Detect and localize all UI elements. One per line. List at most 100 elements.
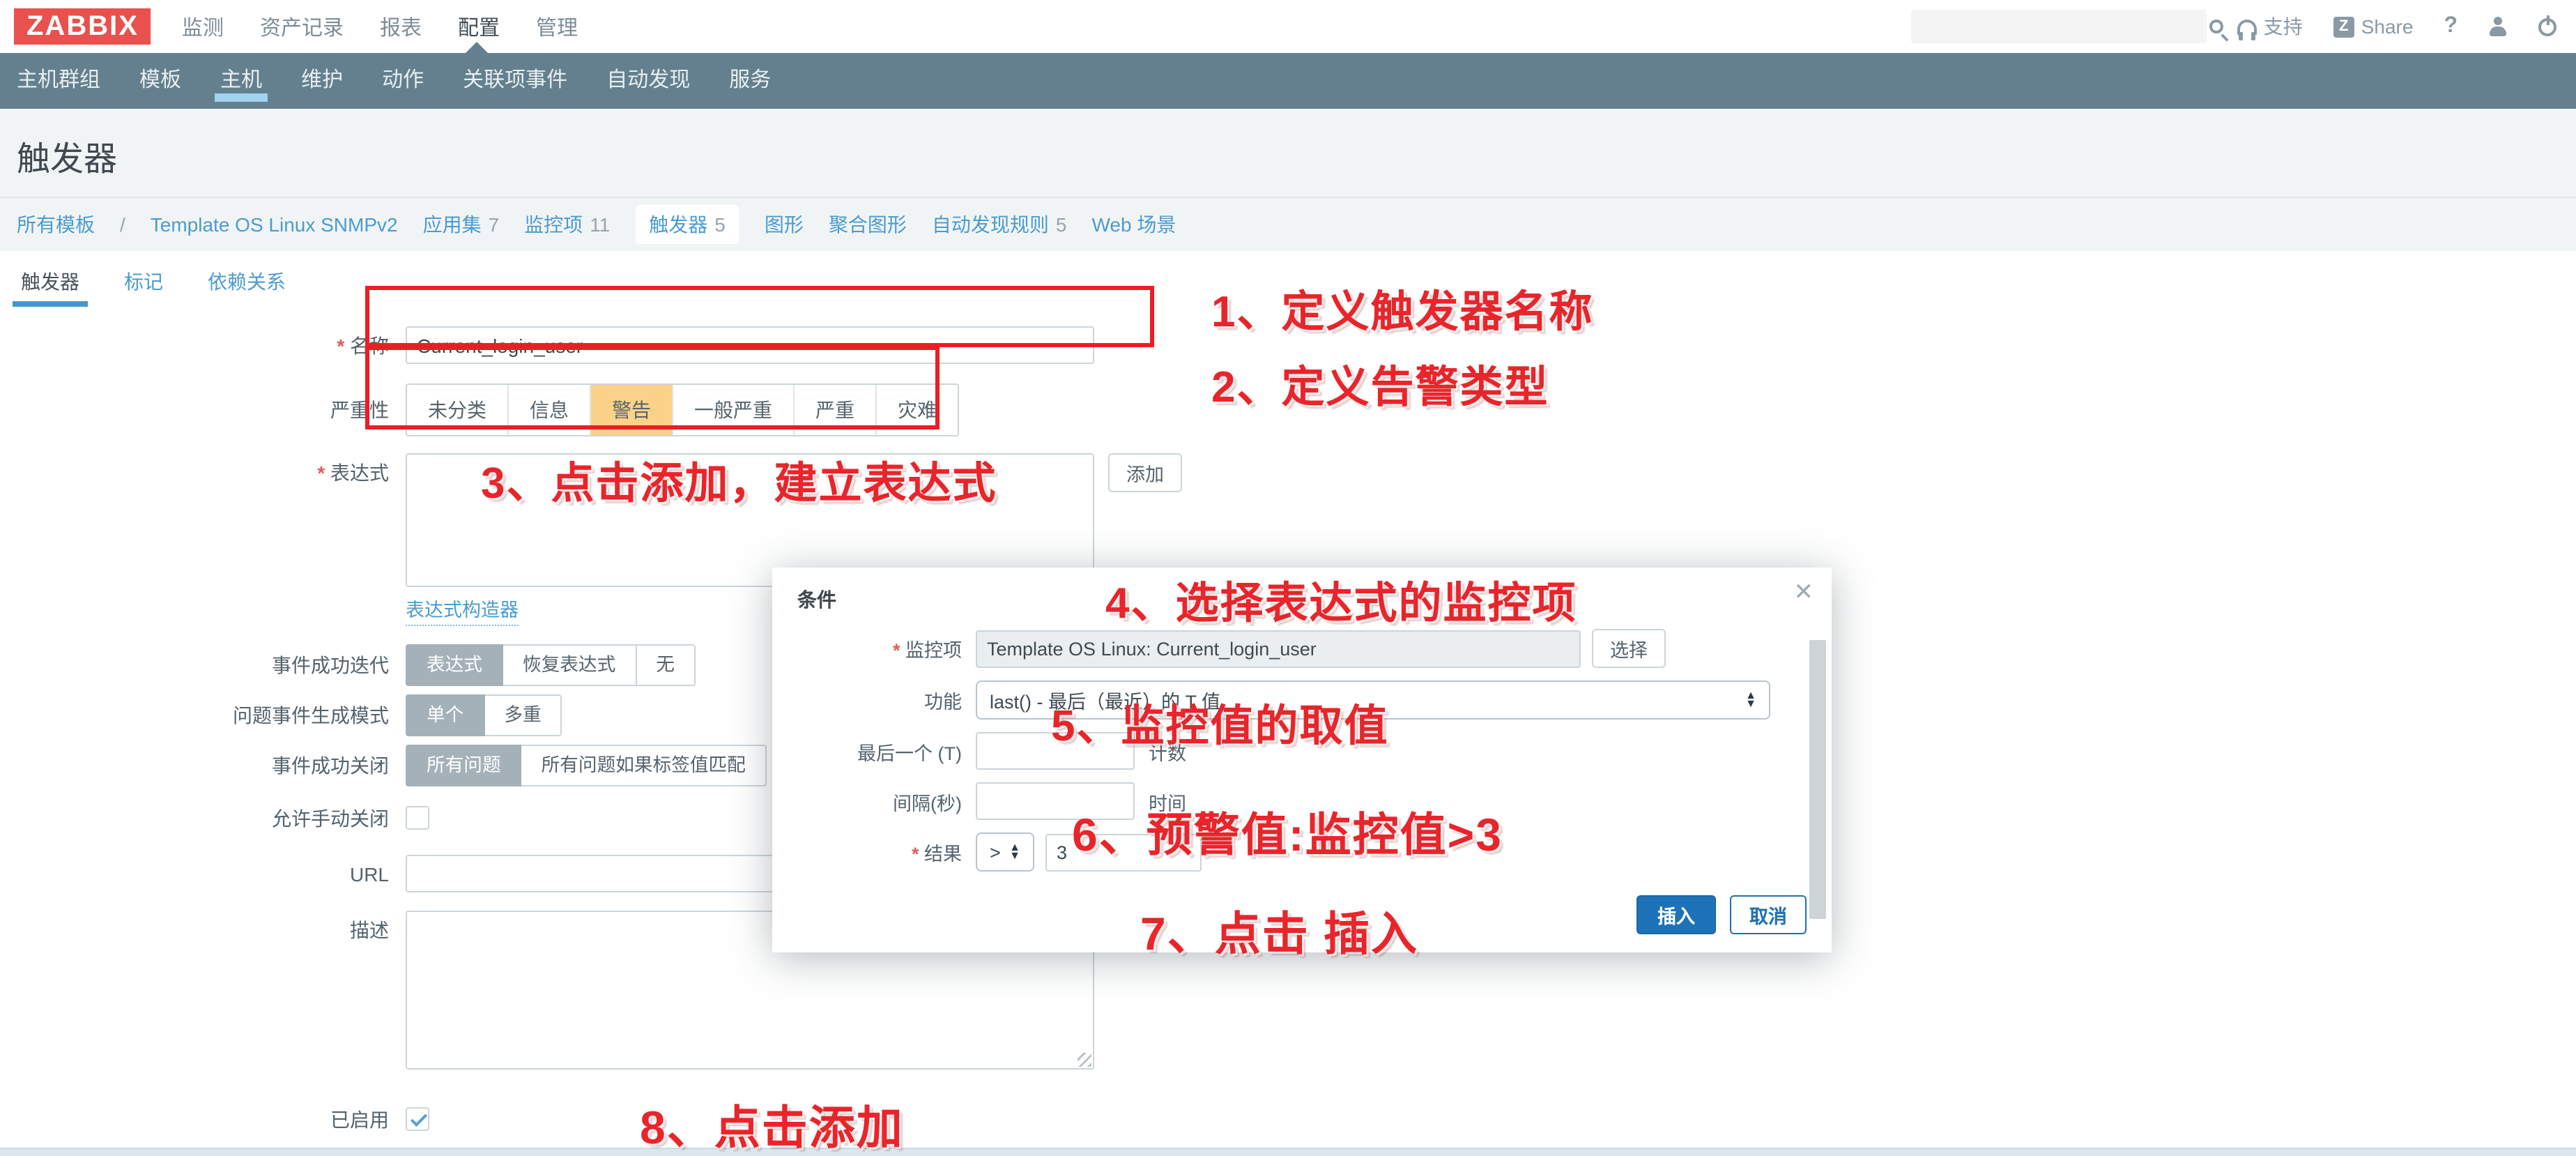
function-value: last() - 最后（最近）的 T 值 xyxy=(990,686,1220,714)
menu-administration[interactable]: 管理 xyxy=(536,12,578,41)
subnav-maintenance[interactable]: 维护 xyxy=(301,53,343,109)
subnav-actions[interactable]: 动作 xyxy=(382,53,424,109)
interval-suffix: 时间 xyxy=(1149,787,1186,815)
entity-triggers-label: 触发器 xyxy=(649,211,707,238)
ok-close-matching-tags[interactable]: 所有问题如果标签值匹配 xyxy=(522,745,767,786)
name-label: 名称 xyxy=(0,326,406,365)
dialog-title: 条件 xyxy=(797,586,836,614)
dialog-footer: 插入 取消 xyxy=(1636,895,1807,934)
severity-control: 未分类 信息 警告 一般严重 严重 灾难 xyxy=(406,383,959,436)
enabled-label: 已启用 xyxy=(0,1100,406,1139)
top-bar: ZABBIX 监测 资产记录 报表 配置 管理 支持 Z Share ? xyxy=(0,0,2576,53)
select-arrows-icon: ▲▼ xyxy=(1745,692,1756,708)
expression-add-button[interactable]: 添加 xyxy=(1108,453,1182,492)
condition-dialog: 条件 ✕ 监控项 选择 功能 last() - 最后（最近）的 T 值 ▲▼ 最… xyxy=(772,568,1832,952)
severity-information[interactable]: 信息 xyxy=(507,385,590,435)
severity-average[interactable]: 一般严重 xyxy=(672,385,793,435)
user-icon xyxy=(2488,17,2508,36)
result-row: 结果 > ▲▼ xyxy=(772,832,1832,872)
subnav-hosts[interactable]: 主机 xyxy=(220,53,262,109)
ok-close-all-problems[interactable]: 所有问题 xyxy=(406,745,522,786)
entity-graphs-label: 图形 xyxy=(765,211,804,238)
problem-mode-label: 问题事件生成模式 xyxy=(0,694,406,736)
interval-label: 间隔(秒) xyxy=(772,787,976,815)
page-title: 触发器 xyxy=(17,131,2576,180)
tab-trigger[interactable]: 触发器 xyxy=(17,268,84,307)
menu-reports[interactable]: 报表 xyxy=(380,12,422,41)
last-of-input[interactable] xyxy=(976,732,1135,770)
result-operator-select[interactable]: > ▲▼ xyxy=(976,832,1034,872)
dialog-cancel-button[interactable]: 取消 xyxy=(1730,895,1807,934)
ok-event-none[interactable]: 无 xyxy=(636,644,696,686)
logout-button[interactable] xyxy=(2538,17,2556,36)
expression-constructor-link[interactable]: 表达式构造器 xyxy=(406,597,519,626)
function-select[interactable]: last() - 最后（最近）的 T 值 ▲▼ xyxy=(976,680,1770,720)
breadcrumb-template[interactable]: Template OS Linux SNMPv2 xyxy=(151,213,398,236)
tab-tags[interactable]: 标记 xyxy=(120,268,167,307)
problem-mode-single[interactable]: 单个 xyxy=(406,694,484,736)
severity-not-classified[interactable]: 未分类 xyxy=(407,385,507,435)
ok-close-label: 事件成功关闭 xyxy=(0,745,406,786)
last-of-label: 最后一个 (T) xyxy=(772,737,976,765)
problem-mode-multiple[interactable]: 多重 xyxy=(484,694,562,736)
dialog-body: 监控项 选择 功能 last() - 最后（最近）的 T 值 ▲▼ 最后一个 (… xyxy=(772,568,1832,872)
subnav-correlation[interactable]: 关联项事件 xyxy=(463,53,567,109)
bottom-strip xyxy=(0,1148,2576,1156)
dialog-scrollbar[interactable] xyxy=(1809,640,1826,919)
item-select-button[interactable]: 选择 xyxy=(1592,629,1666,668)
close-icon[interactable]: ✕ xyxy=(1794,579,1814,607)
search-box[interactable] xyxy=(1911,10,2207,43)
name-input[interactable] xyxy=(406,326,1094,364)
subnav-templates[interactable]: 模板 xyxy=(139,53,181,109)
entity-discovery-rules[interactable]: 自动发现规则 5 xyxy=(932,211,1067,238)
manual-close-label: 允许手动关闭 xyxy=(0,799,406,838)
item-input[interactable] xyxy=(976,630,1581,667)
menu-inventory[interactable]: 资产记录 xyxy=(260,12,344,41)
breadcrumb-all-templates[interactable]: 所有模板 xyxy=(17,211,95,238)
support-link[interactable]: 支持 xyxy=(2237,13,2303,40)
enabled-row: 已启用 xyxy=(0,1100,2576,1139)
entity-web-label: Web 场景 xyxy=(1091,211,1176,238)
interval-input[interactable] xyxy=(976,782,1135,820)
tab-dependencies[interactable]: 依赖关系 xyxy=(204,268,290,307)
search-icon[interactable] xyxy=(2209,20,2223,33)
ok-event-control: 表达式 恢复表达式 无 xyxy=(406,644,696,686)
description-label: 描述 xyxy=(0,911,406,950)
subnav-services[interactable]: 服务 xyxy=(729,53,771,109)
result-label: 结果 xyxy=(772,838,976,866)
resize-handle[interactable] xyxy=(1078,1053,1091,1067)
severity-warning[interactable]: 警告 xyxy=(590,385,672,435)
entity-screens[interactable]: 聚合图形 xyxy=(829,211,907,238)
enabled-checkbox[interactable] xyxy=(406,1107,429,1131)
ok-event-recovery-expression[interactable]: 恢复表达式 xyxy=(503,644,636,686)
entity-items-label: 监控项 xyxy=(524,211,583,238)
entity-items[interactable]: 监控项 11 xyxy=(524,211,610,238)
profile-button[interactable] xyxy=(2488,17,2508,36)
menu-monitoring[interactable]: 监测 xyxy=(182,12,224,41)
select-arrows-icon: ▲▼ xyxy=(1009,844,1020,860)
insert-button[interactable]: 插入 xyxy=(1636,895,1716,934)
result-value-input[interactable] xyxy=(1045,833,1202,871)
entity-web[interactable]: Web 场景 xyxy=(1091,211,1176,238)
entity-triggers-active[interactable]: 触发器 5 xyxy=(635,205,739,244)
subnav-discovery[interactable]: 自动发现 xyxy=(606,53,690,109)
breadcrumb-separator: / xyxy=(120,213,125,236)
search-input[interactable] xyxy=(1921,13,2209,40)
item-row: 监控项 选择 xyxy=(772,629,1832,668)
entity-discovery-rules-label: 自动发现规则 xyxy=(932,211,1049,238)
menu-configuration[interactable]: 配置 xyxy=(458,12,500,41)
help-button[interactable]: ? xyxy=(2444,14,2458,39)
entity-screens-label: 聚合图形 xyxy=(829,211,907,238)
zabbix-logo[interactable]: ZABBIX xyxy=(14,8,151,45)
headset-icon xyxy=(2237,19,2257,34)
subnav-hostgroups[interactable]: 主机群组 xyxy=(17,53,100,109)
entity-triggers-count: 5 xyxy=(714,213,726,236)
share-link[interactable]: Z Share xyxy=(2333,15,2414,38)
severity-high[interactable]: 严重 xyxy=(793,385,875,435)
function-label: 功能 xyxy=(772,686,976,714)
entity-graphs[interactable]: 图形 xyxy=(765,211,804,238)
entity-applications[interactable]: 应用集 7 xyxy=(423,211,500,238)
ok-event-expression[interactable]: 表达式 xyxy=(406,644,503,686)
manual-close-checkbox[interactable] xyxy=(406,806,429,830)
severity-disaster[interactable]: 灾难 xyxy=(875,385,958,435)
